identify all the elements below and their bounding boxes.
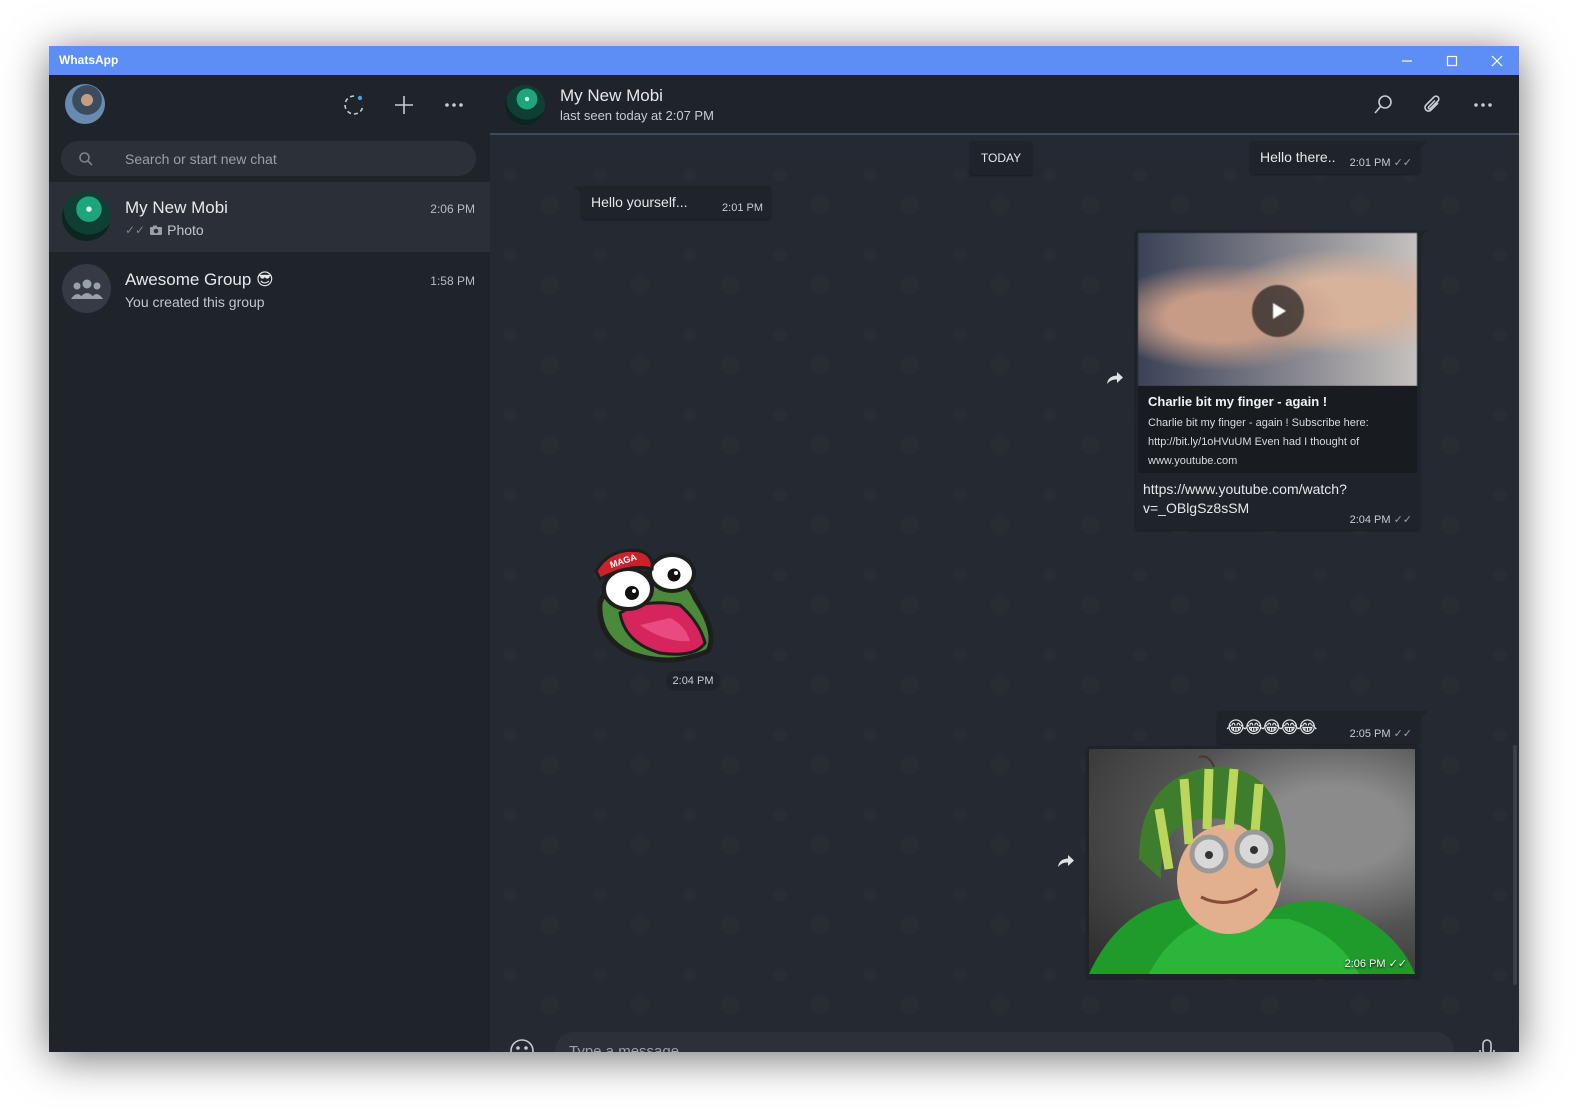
message-text: 😂😂😂😂😂 bbox=[1226, 718, 1317, 737]
paperclip-icon bbox=[1424, 95, 1440, 112]
group-avatar bbox=[62, 264, 111, 313]
date-divider: TODAY bbox=[970, 141, 1032, 175]
minimize-icon bbox=[1402, 59, 1412, 62]
outgoing-photo-message[interactable]: 2:06 PM ✓✓ bbox=[1086, 746, 1420, 978]
sidebar-header bbox=[49, 75, 490, 139]
chat-preview-text: Photo bbox=[167, 222, 204, 238]
chat-list-item[interactable]: Awesome Group 😎 1:58 PM You created this… bbox=[49, 254, 490, 324]
bubble-tail bbox=[1420, 711, 1428, 719]
minimize-button[interactable] bbox=[1384, 46, 1430, 75]
link-desc-text: Charlie bit my finger - again ! Subscrib… bbox=[1148, 417, 1369, 448]
time-text: 2:01 PM bbox=[1349, 157, 1391, 169]
chat-preview-text: You created this group bbox=[125, 294, 265, 310]
message-time: 2:04 PM ✓✓ bbox=[1350, 513, 1412, 526]
chat-time: 1:58 PM bbox=[430, 274, 475, 288]
search-icon bbox=[1374, 95, 1392, 114]
chat-name: My New Mobi bbox=[125, 198, 228, 217]
incoming-message[interactable]: Hello yourself... 2:01 PM bbox=[573, 186, 771, 219]
attach-button[interactable] bbox=[1419, 91, 1447, 119]
contact-name[interactable]: My New Mobi bbox=[560, 86, 663, 106]
message-input[interactable] bbox=[555, 1032, 1454, 1052]
watermelon-man-photo bbox=[1089, 755, 1415, 974]
link-domain: www.youtube.com bbox=[1148, 455, 1238, 467]
delivered-ticks: ✓✓ bbox=[125, 223, 146, 237]
chat-name: Awesome Group 😎 bbox=[125, 270, 274, 289]
chat-scrollbar[interactable] bbox=[1513, 745, 1517, 985]
message-time: 2:01 PM bbox=[722, 202, 763, 214]
whatsapp-window: WhatsApp Search or start new chat My New… bbox=[49, 46, 1519, 1052]
link-url[interactable]: https://www.youtube.com/watch? v=_OBlgSz… bbox=[1143, 480, 1373, 518]
conversation-header: My New Mobi last seen today at 2:07 PM bbox=[490, 75, 1519, 135]
voice-message-button[interactable] bbox=[1473, 1037, 1501, 1052]
conversation-panel: My New Mobi last seen today at 2:07 PM T… bbox=[490, 75, 1519, 1052]
read-ticks: ✓✓ bbox=[1393, 157, 1412, 169]
forward-button[interactable] bbox=[1103, 366, 1127, 390]
time-text: 2:05 PM bbox=[1349, 728, 1391, 740]
window-title: WhatsApp bbox=[59, 53, 119, 67]
link-description: Charlie bit my finger - again ! Subscrib… bbox=[1148, 414, 1410, 471]
my-avatar[interactable] bbox=[65, 84, 105, 124]
plus-icon bbox=[395, 96, 413, 114]
search-icon bbox=[78, 151, 94, 172]
maximize-icon bbox=[1446, 55, 1458, 66]
camera-icon bbox=[150, 225, 163, 235]
status-icon bbox=[344, 95, 364, 115]
bubble-tail bbox=[1420, 141, 1428, 149]
sticker-message[interactable]: MAGA bbox=[590, 543, 720, 668]
forward-icon bbox=[1107, 372, 1123, 384]
sidebar-menu-button[interactable] bbox=[440, 91, 468, 119]
chat-preview: ✓✓ Photo bbox=[125, 222, 204, 238]
play-icon bbox=[1273, 303, 1286, 319]
link-title: Charlie bit my finger - again ! bbox=[1148, 394, 1328, 409]
video-thumbnail[interactable] bbox=[1138, 233, 1417, 386]
bubble-tail bbox=[1420, 230, 1428, 238]
message-time: 2:06 PM ✓✓ bbox=[1345, 957, 1407, 970]
contact-avatar bbox=[62, 192, 111, 241]
photo-image[interactable]: 2:06 PM ✓✓ bbox=[1089, 749, 1415, 974]
read-ticks: ✓✓ bbox=[1393, 728, 1412, 740]
message-text: Hello there.. bbox=[1260, 149, 1336, 165]
message-time: 2:01 PM ✓✓ bbox=[1350, 156, 1412, 169]
chat-time: 2:06 PM bbox=[430, 202, 475, 216]
message-text: Hello yourself... bbox=[591, 194, 688, 210]
time-text: 2:04 PM bbox=[1349, 514, 1391, 526]
chat-preview: You created this group bbox=[125, 294, 265, 310]
emoji-button[interactable] bbox=[508, 1037, 536, 1052]
microphone-icon bbox=[1479, 1039, 1495, 1052]
last-seen-status: last seen today at 2:07 PM bbox=[560, 108, 714, 123]
read-ticks: ✓✓ bbox=[1393, 514, 1412, 526]
search-box[interactable]: Search or start new chat bbox=[61, 141, 476, 176]
outgoing-message[interactable]: Hello there.. 2:01 PM ✓✓ bbox=[1250, 141, 1428, 174]
group-icon bbox=[70, 279, 103, 299]
conversation-menu-button[interactable] bbox=[1469, 91, 1497, 119]
title-bar: WhatsApp bbox=[49, 46, 1519, 75]
new-chat-button[interactable] bbox=[390, 91, 418, 119]
play-button[interactable] bbox=[1252, 285, 1304, 337]
contact-avatar[interactable] bbox=[505, 85, 545, 125]
chat-list-item[interactable]: My New Mobi 2:06 PM ✓✓ Photo bbox=[49, 182, 490, 252]
outgoing-link-message[interactable]: Charlie bit my finger - again ! Charlie … bbox=[1135, 230, 1428, 530]
status-button[interactable] bbox=[340, 91, 368, 119]
search-input[interactable]: Search or start new chat bbox=[125, 151, 277, 167]
search-chat-button[interactable] bbox=[1369, 91, 1397, 119]
outgoing-message[interactable]: 😂😂😂😂😂 2:05 PM ✓✓ bbox=[1217, 711, 1428, 744]
link-preview[interactable]: Charlie bit my finger - again ! Charlie … bbox=[1138, 386, 1417, 473]
smiley-icon bbox=[510, 1039, 534, 1052]
close-icon bbox=[1491, 55, 1503, 66]
url-line-1: https://www.youtube.com/watch? bbox=[1143, 481, 1347, 497]
sidebar: Search or start new chat My New Mobi 2:0… bbox=[49, 75, 490, 1052]
forward-icon bbox=[1058, 855, 1074, 867]
message-time: 2:05 PM ✓✓ bbox=[1350, 727, 1412, 740]
read-ticks: ✓✓ bbox=[1388, 958, 1407, 970]
forward-button[interactable] bbox=[1054, 849, 1078, 873]
sticker-time: 2:04 PM bbox=[666, 671, 720, 691]
frog-sticker: MAGA bbox=[594, 548, 714, 663]
more-icon bbox=[1474, 103, 1492, 107]
maximize-button[interactable] bbox=[1429, 46, 1475, 75]
more-icon bbox=[445, 103, 463, 107]
time-text: 2:06 PM bbox=[1344, 958, 1386, 970]
url-line-2: v=_OBlgSz8sSM bbox=[1143, 500, 1250, 516]
bubble-tail bbox=[573, 186, 581, 194]
close-button[interactable] bbox=[1474, 46, 1519, 75]
